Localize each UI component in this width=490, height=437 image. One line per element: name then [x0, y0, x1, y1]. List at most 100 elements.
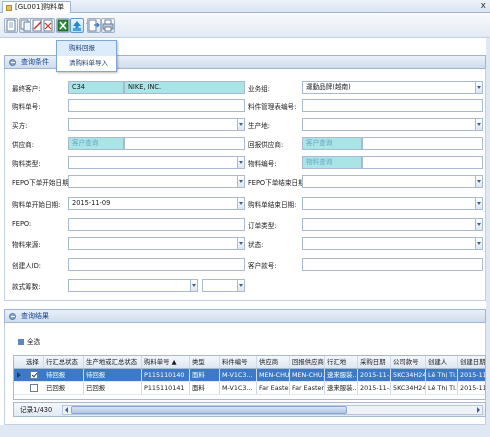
table-cell: Far Eastern...	[292, 382, 325, 394]
chevron-down-icon	[475, 176, 482, 187]
chevron-down-icon	[237, 119, 244, 130]
qty-rule-select[interactable]	[68, 279, 198, 292]
scroll-right-icon[interactable]	[474, 406, 482, 414]
column-header[interactable]: 创建人	[426, 356, 458, 368]
collapse-icon[interactable]	[9, 59, 16, 66]
column-header[interactable]: 公司款号	[391, 356, 426, 368]
column-header[interactable]: 供应商	[257, 356, 290, 368]
supplier-label: 供应商:	[12, 141, 35, 149]
supplier-lookup-field[interactable]: 客户查询	[68, 137, 124, 150]
buyer-select[interactable]	[68, 118, 245, 131]
table-footer: 记录1/430	[13, 402, 486, 417]
row-checkbox[interactable]	[30, 384, 38, 392]
material-source-label: 物料来源:	[12, 241, 41, 249]
new-icon	[6, 19, 16, 32]
import-dropdown-menu: 购料回报 清购料单导入	[56, 40, 117, 72]
chevron-down-icon	[190, 280, 197, 291]
new-button[interactable]	[4, 18, 18, 33]
results-panel-title: 查询结果	[21, 312, 49, 320]
row-checkbox[interactable]	[30, 371, 38, 379]
creator-id-field[interactable]	[68, 258, 245, 271]
tab-title: [GL001]购料单	[15, 3, 65, 11]
print-button[interactable]	[101, 18, 115, 33]
po-start-date-field[interactable]: 2015-11-09	[68, 197, 245, 210]
fepo-field[interactable]	[68, 218, 245, 231]
select-all-label: 全选	[27, 338, 41, 346]
results-panel: 全选 选择 行汇总状态 生产地或汇总状态 购料单号 ▲ 类型 料件编号 供应商 …	[4, 323, 486, 425]
production-site-select[interactable]	[302, 118, 483, 131]
order-type-label: 订单类型:	[248, 222, 277, 230]
table-row[interactable]: 已回报 已回报 P115110141 面料 M-V1C3... Far East…	[14, 382, 485, 395]
status-select[interactable]	[302, 237, 483, 250]
material-lookup-field[interactable]: 物料查询	[302, 156, 362, 169]
window-frame	[486, 38, 490, 437]
sort-asc-icon: ▲	[171, 358, 177, 366]
material-source-select[interactable]	[68, 237, 245, 250]
report-supplier-label: 回报供应商:	[248, 141, 284, 149]
scrollbar-thumb[interactable]	[71, 406, 347, 414]
fepo-start-date-field[interactable]	[68, 175, 245, 188]
fepo-end-date-field[interactable]	[302, 175, 483, 188]
column-header[interactable]: 购料单号 ▲	[142, 356, 190, 368]
material-name-field	[362, 156, 483, 169]
document-icon	[6, 5, 12, 11]
table-cell: 5KC34H24	[393, 382, 426, 394]
table-cell: P115110141	[142, 382, 190, 394]
query-panel: 最终客户: C34 NIKE, INC. 业务组: 運動品牌(越南) 购料单号:…	[4, 69, 486, 301]
excel-button[interactable]	[56, 18, 70, 33]
chevron-down-icon	[237, 238, 244, 249]
excel-icon	[57, 19, 69, 32]
column-header[interactable]: 料件编号	[220, 356, 257, 368]
ultimate-customer-code-field[interactable]: C34	[68, 81, 124, 94]
table-cell: 5KC34H24	[393, 369, 426, 381]
scroll-left-icon[interactable]	[63, 406, 71, 414]
ultimate-customer-label: 最终客户:	[12, 85, 41, 93]
column-header[interactable]: 选择	[24, 356, 44, 368]
table-cell: Lê Thị Tl...	[428, 369, 458, 381]
ultimate-customer-name-field[interactable]: NIKE, INC.	[124, 81, 245, 94]
table-cell: 2015-11-...	[360, 369, 391, 381]
table-cell: MEN-CHU...	[259, 369, 290, 381]
select-all-icon	[18, 339, 24, 345]
column-header[interactable]: 行汇总状态	[44, 356, 84, 368]
column-header[interactable]: 行汇地	[325, 356, 358, 368]
select-all-button[interactable]: 全选	[18, 336, 40, 346]
order-type-select[interactable]	[302, 218, 483, 231]
table-cell: 2015-11-...	[360, 382, 391, 394]
qty-rule-select-2[interactable]	[202, 279, 245, 292]
column-header[interactable]: 类型	[190, 356, 220, 368]
chevron-down-icon	[475, 238, 482, 249]
table-cell: P115110140	[142, 369, 190, 381]
delete-button[interactable]	[41, 18, 55, 33]
creator-id-label: 创建人ID:	[12, 262, 42, 270]
export-button[interactable]	[87, 18, 101, 33]
table-row[interactable]: 待回报 待回报 P115110140 面料 M-V1C3... MEN-CHU.…	[14, 369, 485, 382]
mgmt-no-field[interactable]	[302, 99, 483, 112]
column-header[interactable]: 创建日期	[458, 356, 485, 368]
upload-button[interactable]	[70, 18, 84, 33]
table-cell: 2015-11-	[458, 382, 485, 394]
menu-item-po-import[interactable]: 清购料单导入	[57, 56, 116, 71]
po-type-select[interactable]	[68, 156, 245, 169]
tab-po-list[interactable]: [GL001]购料单	[2, 1, 72, 13]
horizontal-scrollbar[interactable]	[62, 405, 483, 415]
business-unit-select[interactable]: 運動品牌(越南)	[302, 81, 483, 94]
menu-item-po-report[interactable]: 购料回报	[57, 41, 116, 56]
customer-no-field[interactable]	[302, 258, 483, 271]
column-header[interactable]: 生产地或汇总状态	[84, 356, 142, 368]
fepo-end-label: FEPO下单结束日期:	[248, 179, 307, 187]
table-cell: 待回报	[84, 369, 142, 381]
column-header[interactable]: 回报供应商	[290, 356, 325, 368]
fepo-start-label: FEPO下单开始日期:	[12, 179, 71, 187]
close-icon[interactable]: x	[481, 0, 486, 12]
collapse-icon[interactable]	[9, 313, 16, 320]
table-cell: Lê Thị Tl...	[428, 382, 458, 394]
table-cell: 面料	[190, 382, 220, 394]
report-supplier-lookup-field[interactable]: 客户查询	[302, 137, 362, 150]
query-panel-title: 查询条件	[21, 58, 49, 66]
po-end-date-field[interactable]	[302, 197, 483, 210]
qty-rule-label: 款式筹数:	[12, 283, 41, 291]
column-header[interactable]: 采购日期	[358, 356, 391, 368]
po-no-field[interactable]	[68, 99, 245, 112]
results-panel-header[interactable]: 查询结果	[4, 309, 486, 323]
